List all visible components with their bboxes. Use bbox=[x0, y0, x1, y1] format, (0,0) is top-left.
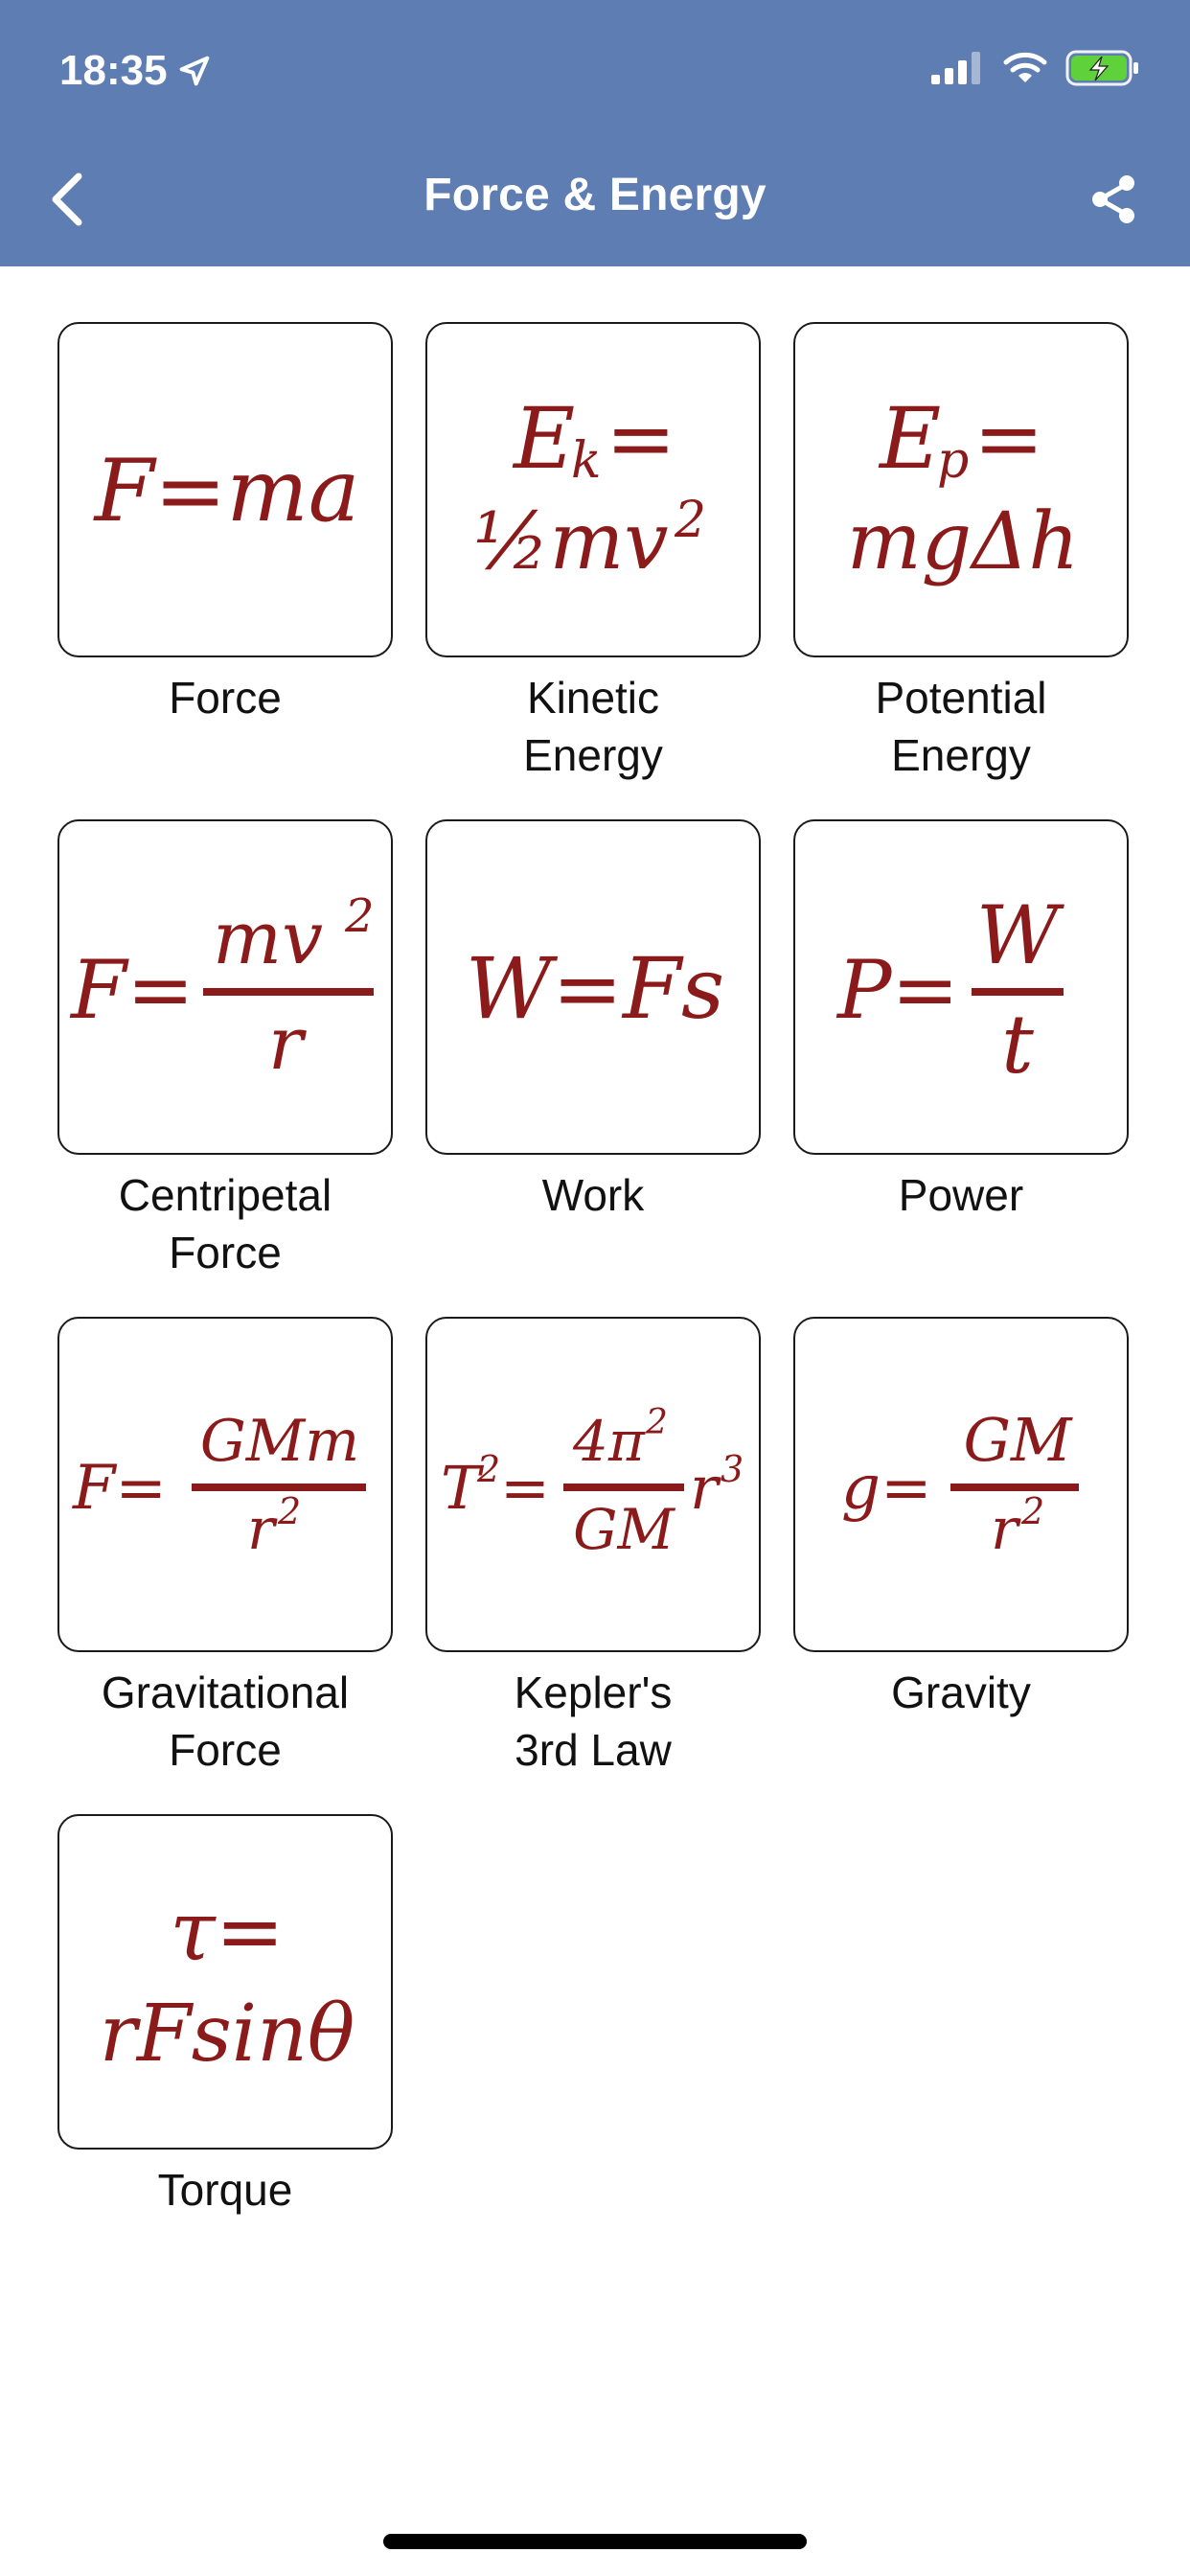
formula-label: Force bbox=[169, 673, 282, 723]
formula-tile[interactable]: F= GMm r 2 bbox=[57, 1317, 393, 1652]
formula-text: E bbox=[878, 389, 941, 488]
formula-tile[interactable]: E k = ½mv 2 bbox=[425, 322, 761, 657]
formula-numerator: mv bbox=[213, 895, 323, 980]
formula-graphic: E p = mgΔh bbox=[847, 389, 1079, 587]
formula-label: Kepler's 3rd Law bbox=[514, 1668, 673, 1775]
formula-card-work[interactable]: W=Fs Work bbox=[425, 819, 765, 1224]
formula-label: Potential Energy bbox=[875, 673, 1047, 780]
formula-text: τ= bbox=[170, 1884, 285, 1980]
formula-label: Work bbox=[541, 1170, 645, 1220]
formula-superscript: 2 bbox=[1020, 1490, 1044, 1532]
formula-text: ½mv bbox=[473, 496, 669, 587]
formula-graphic: T 2 = 4π 2 GM r 3 bbox=[441, 1403, 744, 1562]
formula-graphic: E k = ½mv 2 bbox=[473, 389, 706, 587]
formula-card-force[interactable]: F=ma Force bbox=[57, 322, 397, 726]
formula-label: Centripetal Force bbox=[118, 1170, 332, 1277]
formula-graphic: F=ma bbox=[93, 441, 360, 541]
formula-superscript: 2 bbox=[277, 1490, 301, 1532]
formula-numerator: GMm bbox=[200, 1408, 359, 1475]
formula-text: P= bbox=[835, 943, 959, 1037]
formula-graphic: P= W t bbox=[835, 888, 1065, 1092]
formula-card-power[interactable]: P= W t Power bbox=[793, 819, 1133, 1224]
formula-text: rFsinθ bbox=[100, 1989, 355, 2080]
formula-label: Torque bbox=[157, 2165, 293, 2215]
home-indicator[interactable] bbox=[383, 2534, 807, 2549]
formula-graphic: F= mv 2 r bbox=[69, 889, 375, 1086]
formula-card-torque[interactable]: τ= rFsinθ Torque bbox=[57, 1814, 397, 2219]
formula-card-keplers-3rd-law[interactable]: T 2 = 4π 2 GM r 3 Kepler's 3rd Law bbox=[425, 1317, 765, 1779]
formula-text: W=Fs bbox=[466, 939, 724, 1038]
formula-tile[interactable]: F=ma bbox=[57, 322, 393, 657]
formula-tile[interactable]: τ= rFsinθ bbox=[57, 1814, 393, 2150]
formula-card-gravitational-force[interactable]: F= GMm r 2 Gravitational Force bbox=[57, 1317, 397, 1779]
formula-card-gravity[interactable]: g= GM r 2 Gravity bbox=[793, 1317, 1133, 1721]
formula-denominator: r bbox=[268, 1000, 308, 1086]
formula-graphic: g= GM r 2 bbox=[841, 1405, 1079, 1563]
formula-superscript: 2 bbox=[674, 492, 706, 549]
formula-text: E bbox=[512, 389, 575, 488]
formula-numerator: GM bbox=[963, 1405, 1073, 1475]
formula-denominator: r bbox=[247, 1496, 278, 1563]
formula-label: Power bbox=[898, 1170, 1024, 1220]
formula-superscript: 2 bbox=[344, 889, 375, 943]
formula-card-potential-energy[interactable]: E p = mgΔh Potential Energy bbox=[793, 322, 1133, 784]
formula-superscript: 2 bbox=[476, 1448, 500, 1490]
formula-text: = bbox=[973, 389, 1044, 488]
formula-card-kinetic-energy[interactable]: E k = ½mv 2 Kinetic Energy bbox=[425, 322, 765, 784]
formula-text: mgΔh bbox=[847, 496, 1079, 587]
formula-tile[interactable]: W=Fs bbox=[425, 819, 761, 1155]
formula-card-centripetal-force[interactable]: F= mv 2 r Centripetal Force bbox=[57, 819, 397, 1281]
formula-text: g= bbox=[841, 1453, 932, 1524]
formula-graphic: τ= rFsinθ bbox=[100, 1884, 355, 2080]
formula-graphic: W=Fs bbox=[466, 939, 724, 1038]
formula-denominator: t bbox=[1001, 998, 1034, 1092]
formula-tile[interactable]: F= mv 2 r bbox=[57, 819, 393, 1155]
formula-superscript: 3 bbox=[721, 1448, 744, 1490]
formula-grid: F=ma Force E k = ½mv 2 Kinetic Energy E … bbox=[0, 0, 1190, 2576]
formula-subscript: k bbox=[571, 432, 602, 490]
formula-tile[interactable]: P= W t bbox=[793, 819, 1129, 1155]
formula-label: Gravity bbox=[891, 1668, 1031, 1717]
formula-denominator: r bbox=[991, 1496, 1021, 1563]
formula-label: Kinetic Energy bbox=[523, 673, 663, 780]
formula-subscript: p bbox=[937, 432, 969, 490]
formula-text: F= bbox=[72, 1453, 167, 1524]
formula-superscript: 2 bbox=[645, 1403, 668, 1442]
formula-text: F= bbox=[69, 943, 195, 1037]
formula-graphic: F= GMm r 2 bbox=[72, 1408, 366, 1563]
formula-label: Gravitational Force bbox=[101, 1668, 350, 1775]
formula-denominator: GM bbox=[573, 1497, 675, 1562]
formula-tile[interactable]: T 2 = 4π 2 GM r 3 bbox=[425, 1317, 761, 1652]
formula-text: = bbox=[500, 1453, 550, 1523]
formula-tile[interactable]: E p = mgΔh bbox=[793, 322, 1129, 657]
formula-tile[interactable]: g= GM r 2 bbox=[793, 1317, 1129, 1652]
formula-text: F=ma bbox=[93, 441, 360, 541]
formula-text: = bbox=[606, 389, 676, 488]
formula-text: r bbox=[690, 1453, 721, 1523]
formula-numerator: W bbox=[976, 888, 1065, 982]
formula-numerator: 4π bbox=[572, 1409, 646, 1474]
